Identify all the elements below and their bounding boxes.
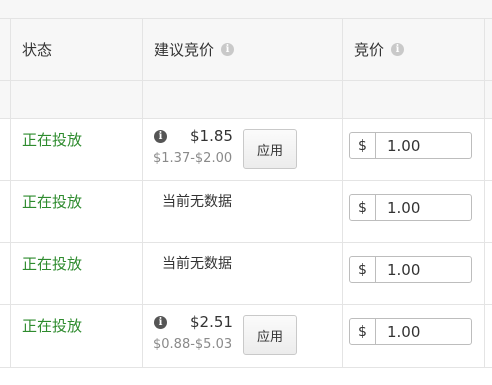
currency-symbol: $ <box>350 257 376 282</box>
table-row: 正在投放 i $2.51 $0.88-$5.03 应用 $ 1.00 <box>0 305 492 368</box>
info-icon[interactable]: i <box>154 316 167 329</box>
status-text: 正在投放 <box>22 193 83 211</box>
bid-value[interactable]: 1.00 <box>376 257 471 282</box>
table-subheader <box>0 81 492 119</box>
table-header: 状态 建议竞价 i 竞价 i <box>0 19 492 81</box>
apply-button[interactable]: 应用 <box>243 315 297 355</box>
suggested-bid-price: $1.85 <box>190 127 233 145</box>
status-text: 正在投放 <box>22 131 83 149</box>
apply-button[interactable]: 应用 <box>243 129 297 169</box>
bid-value[interactable]: 1.00 <box>376 195 471 220</box>
column-header-bid-label: 竞价 <box>354 41 385 59</box>
no-data-text: 当前无数据 <box>162 256 232 272</box>
column-divider <box>484 19 485 368</box>
suggested-bid-range: $1.37-$2.00 <box>153 151 233 166</box>
column-divider <box>142 19 143 368</box>
table-row: 正在投放 当前无数据 $ 1.00 <box>0 243 492 305</box>
info-icon[interactable]: i <box>154 130 167 143</box>
keyword-bid-table: 状态 建议竞价 i 竞价 i 正在投放 i $1.85 $1.37-$2.00 … <box>0 0 492 385</box>
column-header-status-label: 状态 <box>22 41 53 59</box>
bid-input[interactable]: $ 1.00 <box>349 132 472 159</box>
status-text: 正在投放 <box>22 317 83 335</box>
status-text: 正在投放 <box>22 255 83 273</box>
table-row: 正在投放 i $1.85 $1.37-$2.00 应用 $ 1.00 <box>0 119 492 181</box>
suggested-bid-range: $0.88-$5.03 <box>153 337 233 352</box>
table-row: 正在投放 当前无数据 $ 1.00 <box>0 181 492 243</box>
column-header-suggested-bid-label: 建议竞价 <box>154 41 215 59</box>
table-footer-space <box>0 368 492 385</box>
bid-value[interactable]: 1.00 <box>376 133 471 158</box>
column-header-suggested-bid[interactable]: 建议竞价 i <box>154 19 235 80</box>
column-divider <box>10 19 11 368</box>
info-icon[interactable]: i <box>391 43 405 56</box>
bid-input[interactable]: $ 1.00 <box>349 256 472 283</box>
currency-symbol: $ <box>350 195 376 220</box>
table-top-strip <box>0 0 492 19</box>
column-header-status[interactable]: 状态 <box>22 19 52 80</box>
info-icon[interactable]: i <box>221 43 235 56</box>
bid-value[interactable]: 1.00 <box>376 319 471 344</box>
column-divider <box>342 19 343 368</box>
no-data-text: 当前无数据 <box>162 194 232 210</box>
column-header-bid[interactable]: 竞价 i <box>354 19 405 80</box>
currency-symbol: $ <box>350 319 376 344</box>
bid-input[interactable]: $ 1.00 <box>349 194 472 221</box>
bid-input[interactable]: $ 1.00 <box>349 318 472 345</box>
currency-symbol: $ <box>350 133 376 158</box>
suggested-bid-price: $2.51 <box>190 313 233 331</box>
